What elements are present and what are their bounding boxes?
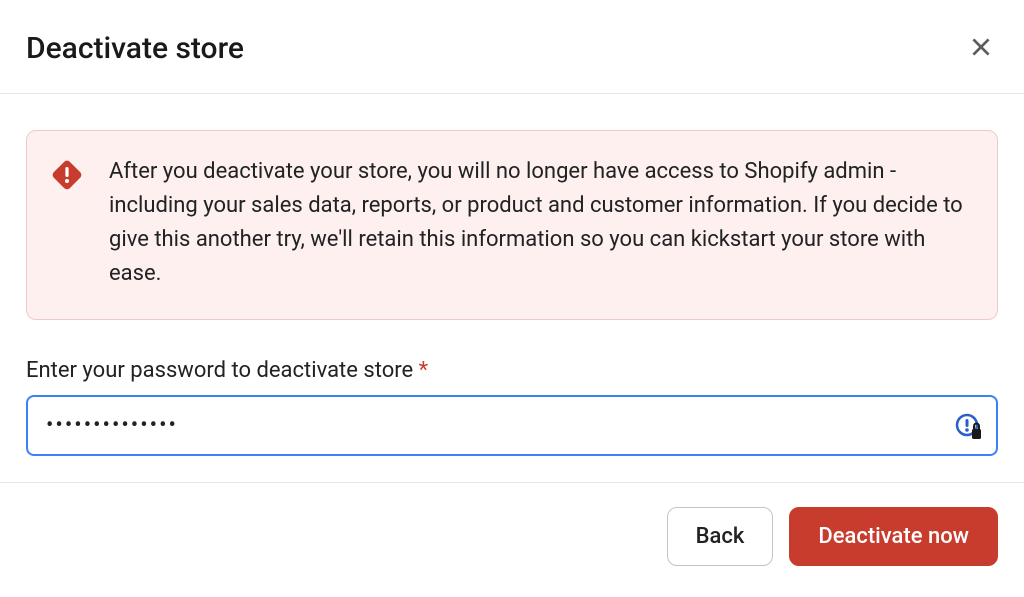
password-input-wrapper <box>26 395 998 456</box>
back-button[interactable]: Back <box>667 507 774 566</box>
modal-footer: Back Deactivate now <box>0 482 1024 590</box>
password-label-text: Enter your password to deactivate store <box>26 358 413 383</box>
warning-alert: After you deactivate your store, you wil… <box>26 130 998 320</box>
close-icon <box>968 34 994 63</box>
password-label: Enter your password to deactivate store … <box>26 358 998 383</box>
modal-title: Deactivate store <box>26 31 244 66</box>
close-button[interactable] <box>964 30 998 67</box>
deactivate-now-button[interactable]: Deactivate now <box>789 507 998 566</box>
password-manager-icon[interactable] <box>954 412 982 440</box>
warning-icon <box>51 159 83 191</box>
required-indicator: * <box>419 358 428 383</box>
modal-body: After you deactivate your store, you wil… <box>0 94 1024 482</box>
modal-header: Deactivate store <box>0 0 1024 94</box>
warning-text: After you deactivate your store, you wil… <box>109 155 969 291</box>
password-input[interactable] <box>26 395 998 456</box>
